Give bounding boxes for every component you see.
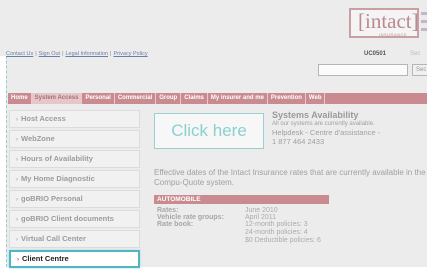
chevron-right-icon: › (16, 237, 18, 243)
chevron-right-icon: › (16, 157, 18, 163)
sidebar-item-client-centre[interactable]: › Client Centre (9, 250, 140, 268)
rates-label: Vehicle rate groups: (157, 214, 224, 221)
contact-us-link[interactable]: Contact Us (6, 51, 33, 57)
tab-my-insurer[interactable]: My insurer and me (208, 93, 268, 104)
sidebar-item-label: Client Centre (22, 254, 69, 263)
rates-row: Vehicle rate groups: April 2011 (157, 214, 321, 221)
rates-label: Rates: (157, 207, 179, 214)
privacy-policy-link[interactable]: Privacy Policy (113, 51, 147, 57)
rates-value: June 2010 (245, 207, 278, 214)
helpdesk-phone: 1 877 464 2433 (272, 137, 325, 146)
legal-information-link[interactable]: Legal Information (66, 51, 109, 57)
automobile-header: AUTOMOBILE (154, 195, 329, 204)
user-secure-link[interactable]: Sec (410, 51, 420, 57)
systems-availability: Systems Availability All our systems are… (272, 110, 427, 146)
tab-group[interactable]: Group (156, 93, 182, 104)
chevron-right-icon: › (16, 217, 18, 223)
user-id: UC0501 (364, 51, 387, 57)
sidebar-item-home-diagnostic[interactable]: › My Home Diagnostic (9, 170, 140, 188)
sidebar-item-virtual-call-center[interactable]: › Virtual Call Center (9, 230, 140, 248)
rate-book-line: $0 Deductible policies: 6 (245, 237, 321, 244)
logo-accent (421, 20, 427, 23)
chevron-right-icon: › (16, 177, 18, 183)
sidebar-item-gobrio-documents[interactable]: › goBRIO Client documents (9, 210, 140, 228)
search-input[interactable] (318, 64, 408, 76)
rates-label: Rate book: (157, 221, 194, 228)
rates-value: 12-month policies: 3 24-month policies: … (245, 221, 321, 245)
main-nav: Home System Access Personal Commercial G… (8, 93, 427, 104)
systems-status: All our systems are currently available. (272, 121, 375, 127)
chevron-right-icon: › (16, 137, 18, 143)
chevron-right-icon: › (16, 197, 18, 203)
sidebar-item-label: My Home Diagnostic (21, 174, 95, 183)
tab-claims[interactable]: Claims (181, 93, 208, 104)
sidebar-item-label: goBRIO Personal (21, 194, 83, 203)
sidebar-item-label: goBRIO Client documents (21, 214, 114, 223)
systems-title: Systems Availability (272, 110, 359, 120)
click-here-button[interactable]: Click here (154, 113, 264, 149)
sidebar-item-gobrio-personal[interactable]: › goBRIO Personal (9, 190, 140, 208)
sign-out-link[interactable]: Sign Out (39, 51, 60, 57)
sidebar-item-label: WebZone (21, 134, 55, 143)
logo-accent (421, 28, 427, 31)
logo-brand-text: [intact] (358, 9, 419, 33)
rates-row: Rates: June 2010 (157, 207, 321, 214)
sidebar: › Host Access › WebZone › Hours of Availabi… (9, 110, 140, 270)
helpdesk-label: Helpdesk - Centre d'assistance - (272, 128, 381, 137)
effective-dates-text: Effective dates of the Intact Insurance … (154, 168, 426, 187)
tab-personal[interactable]: Personal (82, 93, 115, 104)
automobile-rates: Rates: June 2010 Vehicle rate groups: Ap… (157, 207, 321, 245)
sidebar-item-label: Host Access (21, 114, 66, 123)
tab-web[interactable]: Web (306, 93, 326, 104)
sidebar-item-label: Virtual Call Center (21, 234, 86, 243)
rates-value: April 2011 (245, 214, 277, 221)
header: [intact] INSURANCE (0, 0, 427, 56)
chevron-right-icon: › (16, 117, 18, 123)
tab-home[interactable]: Home (8, 93, 32, 104)
logo-accent (421, 12, 427, 15)
sidebar-item-host-access[interactable]: › Host Access (9, 110, 140, 128)
sidebar-item-label: Hours of Availability (21, 154, 93, 163)
tab-commercial[interactable]: Commercial (115, 93, 157, 104)
intact-logo[interactable]: [intact] INSURANCE (349, 8, 419, 38)
rate-book-line: 12-month policies: 3 (245, 221, 308, 228)
tab-prevention[interactable]: Prevention (268, 93, 306, 104)
top-links: Contact Us | Sign Out | Legal Information | Pr… (6, 51, 148, 57)
sidebar-item-webzone[interactable]: › WebZone (9, 130, 140, 148)
sidebar-item-hours[interactable]: › Hours of Availability (9, 150, 140, 168)
tab-system-access[interactable]: System Access (31, 93, 83, 104)
logo-sub-text: INSURANCE (379, 32, 408, 37)
rates-row: Rate book: 12-month policies: 3 24-month… (157, 221, 321, 245)
search-button[interactable]: Sec (412, 64, 427, 76)
rate-book-line: 24-month policies: 4 (245, 229, 308, 236)
